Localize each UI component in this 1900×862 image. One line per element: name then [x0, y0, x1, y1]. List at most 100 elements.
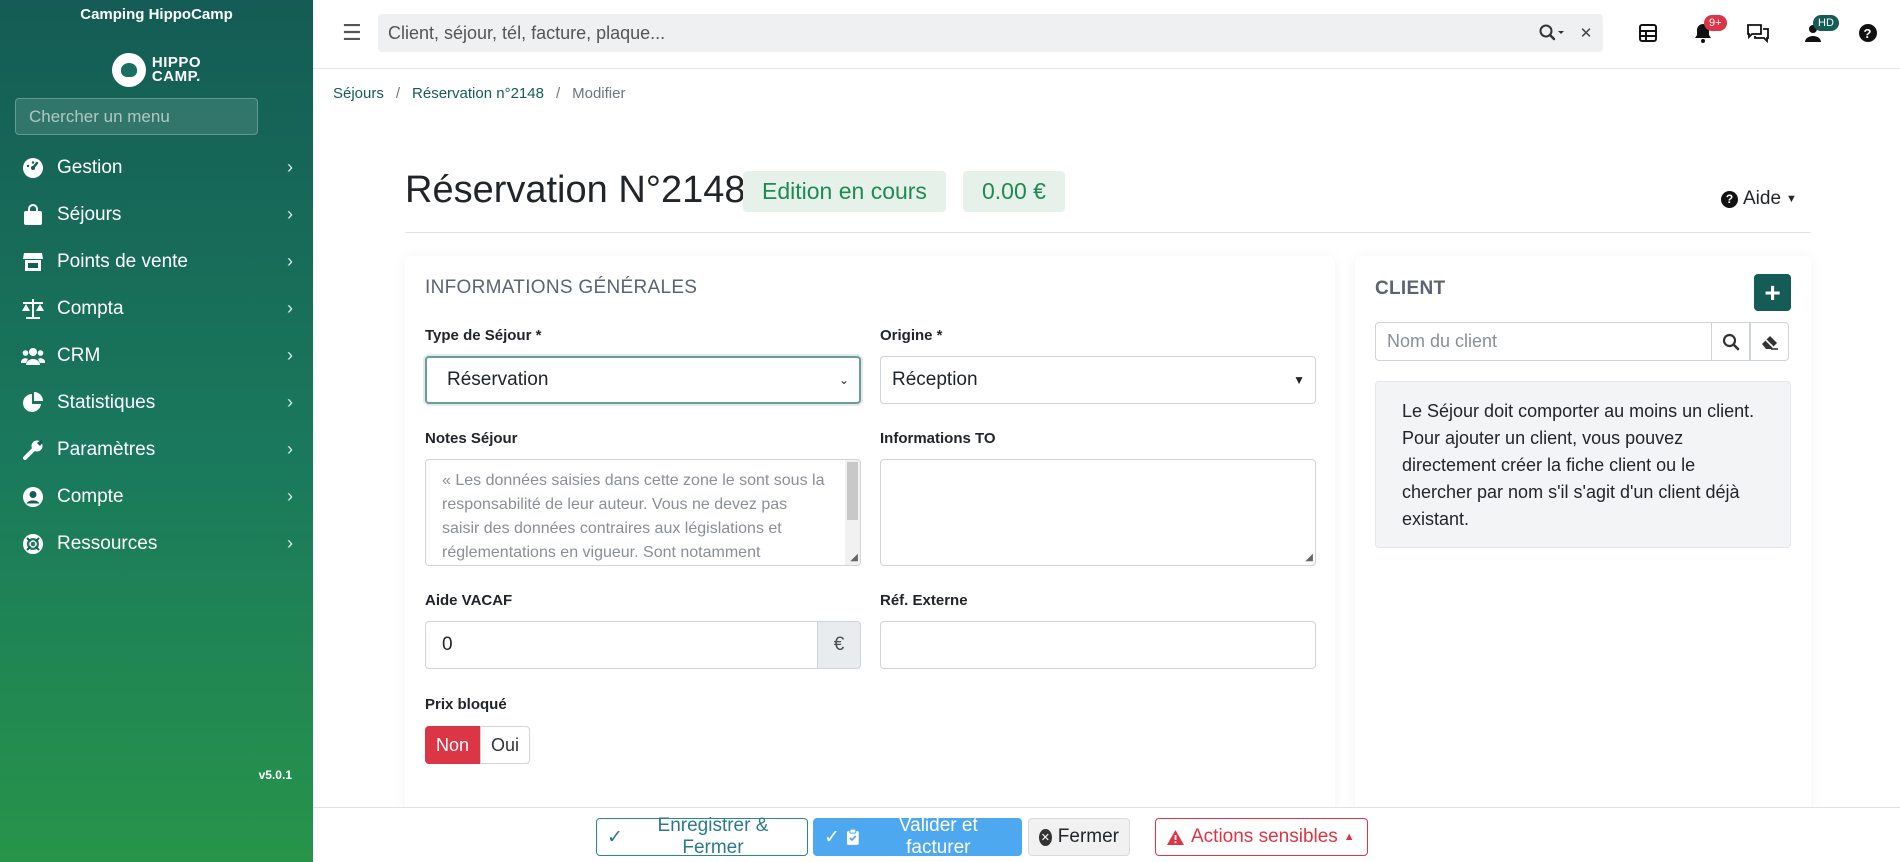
help-icon[interactable]: ?: [1840, 18, 1895, 48]
sidebar-item-label: Points de vente: [57, 250, 188, 272]
stay-type-value: Réservation: [447, 369, 549, 390]
sidebar-item-ressources[interactable]: Ressources ›: [0, 520, 313, 567]
global-search-input[interactable]: [378, 22, 1535, 44]
breadcrumb-reservation[interactable]: Réservation n°2148: [412, 85, 544, 102]
origin-select[interactable]: Réception ▼: [880, 356, 1316, 404]
sidebar-item-label: Paramètres: [57, 438, 156, 460]
chevron-right-icon: ›: [287, 345, 293, 365]
client-search-button[interactable]: [1711, 322, 1750, 361]
origin-value: Réception: [892, 369, 978, 390]
to-info-textarea[interactable]: ◢: [880, 459, 1316, 566]
wrench-icon: [21, 438, 45, 462]
chevron-right-icon: ›: [287, 533, 293, 553]
bell-icon[interactable]: 9+: [1675, 15, 1730, 48]
to-info-label: Informations TO: [880, 430, 996, 447]
validate-invoice-button[interactable]: ✓ Valider et facturer: [813, 815, 1022, 858]
sidebar-item-statistiques[interactable]: Statistiques ›: [0, 379, 313, 426]
vacaf-input[interactable]: 0: [425, 621, 818, 669]
user-circle-icon: [21, 485, 45, 509]
external-ref-label: Réf. Externe: [880, 592, 968, 609]
sensitive-actions-label: Actions sensibles: [1191, 826, 1338, 847]
shopping-bag-icon: [21, 203, 45, 227]
chat-icon[interactable]: [1730, 18, 1785, 48]
price-locked-yes-button[interactable]: Oui: [480, 726, 530, 764]
global-search: ✕: [378, 14, 1603, 52]
store-icon: [21, 250, 45, 274]
save-close-label: Enregistrer & Fermer: [657, 815, 769, 858]
textarea-scrollbar[interactable]: [845, 460, 860, 565]
logo-text-line2: CAMP.: [151, 68, 201, 85]
search-options-icon[interactable]: [1535, 24, 1569, 42]
users-icon: [21, 344, 45, 368]
sidebar-item-label: Compta: [57, 297, 124, 319]
sidebar-item-label: Compte: [57, 485, 124, 507]
sidebar-item-label: Statistiques: [57, 391, 156, 413]
chevron-right-icon: ›: [287, 392, 293, 412]
sensitive-actions-dropdown[interactable]: Actions sensibles ▲: [1155, 818, 1368, 856]
general-info-heading: INFORMATIONS GÉNÉRALES: [425, 277, 698, 298]
chevron-right-icon: ›: [287, 486, 293, 506]
breadcrumb-separator: /: [395, 85, 401, 102]
lifebuoy-icon: [21, 532, 45, 556]
sidebar-item-compte[interactable]: Compte ›: [0, 473, 313, 520]
caret-up-icon: ▲: [1343, 831, 1355, 843]
chevron-right-icon: ›: [287, 204, 293, 224]
user-icon[interactable]: HD: [1785, 15, 1840, 48]
external-ref-input[interactable]: [880, 621, 1316, 669]
plus-icon: +: [1764, 276, 1781, 308]
breadcrumb-current: Modifier: [572, 85, 626, 102]
stay-notes-textarea[interactable]: « Les données saisies dans cette zone le…: [425, 459, 861, 566]
validate-invoice-label: Valider et facturer: [898, 815, 978, 858]
breadcrumb-sejours[interactable]: Séjours: [333, 85, 384, 102]
sidebar-item-label: Séjours: [57, 203, 122, 225]
sidebar-item-parametres[interactable]: Paramètres ›: [0, 426, 313, 473]
sidebar-item-gestion[interactable]: Gestion ›: [0, 144, 313, 191]
status-badge: Edition en cours: [743, 171, 946, 212]
pie-chart-icon: [21, 391, 45, 415]
chevron-right-icon: ›: [287, 298, 293, 318]
hippo-logo-icon: [111, 53, 146, 87]
sidebar-item-label: CRM: [57, 344, 101, 366]
page-title: Réservation N°2148: [405, 169, 746, 211]
resize-handle-icon[interactable]: ◢: [1305, 552, 1313, 563]
stay-type-label: Type de Séjour *: [425, 327, 542, 344]
sidebar-item-compta[interactable]: Compta ›: [0, 285, 313, 332]
caret-down-icon: ▼: [1786, 193, 1797, 205]
chevron-down-icon: ⌄: [838, 373, 849, 387]
camping-name: Camping HippoCamp: [80, 6, 233, 23]
notifications-badge: 9+: [1704, 15, 1727, 31]
clear-search-icon[interactable]: ✕: [1569, 24, 1603, 42]
resize-handle-icon[interactable]: ◢: [850, 552, 858, 563]
stay-notes-placeholder: « Les données saisies dans cette zone le…: [442, 472, 825, 561]
help-dropdown-button[interactable]: ? Aide ▼: [1721, 188, 1797, 210]
add-client-button[interactable]: +: [1754, 274, 1791, 311]
clipboard-check-icon: [846, 828, 859, 845]
search-icon: [1722, 333, 1739, 350]
header-divider: [405, 232, 1811, 233]
close-button[interactable]: ✕ Fermer: [1028, 818, 1130, 856]
menu-toggle-icon[interactable]: ☰: [342, 20, 362, 46]
sidebar-item-points-de-vente[interactable]: Points de vente ›: [0, 238, 313, 285]
stay-type-select[interactable]: Réservation ⌄: [425, 356, 861, 404]
amount-badge: 0.00 €: [963, 171, 1065, 212]
check-icon: ✓: [607, 826, 623, 848]
stay-notes-label: Notes Séjour: [425, 430, 518, 447]
sidebar-item-label: Gestion: [57, 156, 123, 178]
client-name-input[interactable]: [1375, 322, 1712, 361]
scale-icon: [21, 297, 45, 321]
question-circle-icon: ?: [1721, 190, 1738, 208]
close-label: Fermer: [1057, 826, 1119, 847]
close-circle-icon: ✕: [1039, 828, 1052, 846]
sidebar-item-crm[interactable]: CRM ›: [0, 332, 313, 379]
menu-search-input[interactable]: [15, 98, 258, 135]
sidebar-item-sejours[interactable]: Séjours ›: [0, 191, 313, 238]
client-clear-button[interactable]: [1750, 322, 1789, 361]
sidebar: Camping HippoCamp HIPPO CAMP. Gestion › …: [0, 0, 313, 862]
grid-icon[interactable]: [1620, 18, 1675, 48]
vacaf-currency-addon: €: [817, 621, 861, 669]
breadcrumb-separator: /: [555, 85, 561, 102]
save-close-button[interactable]: ✓ Enregistrer & Fermer: [596, 815, 808, 858]
app-logo[interactable]: HIPPO CAMP.: [0, 46, 313, 94]
price-locked-no-button[interactable]: Non: [425, 726, 480, 764]
price-locked-label: Prix bloqué: [425, 696, 507, 713]
